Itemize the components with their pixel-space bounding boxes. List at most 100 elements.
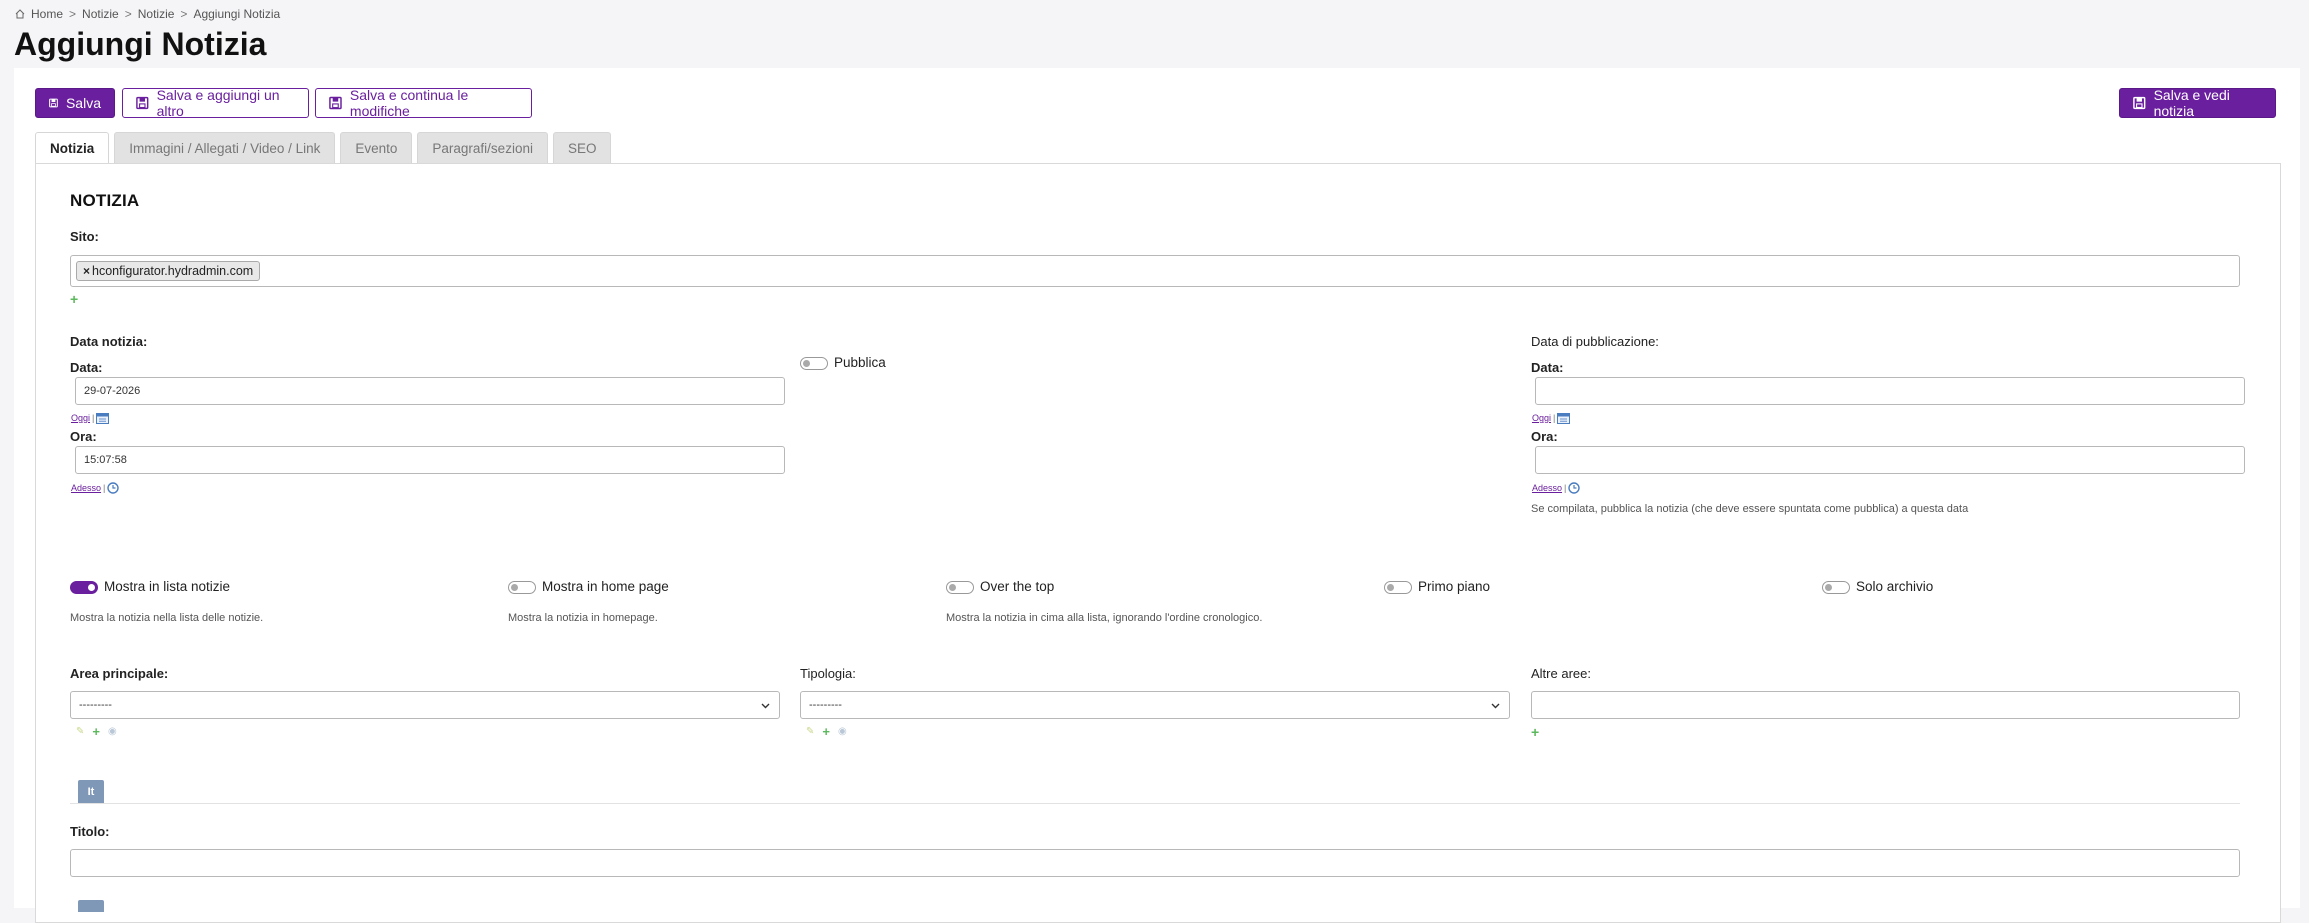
- add-altre-aree-icon[interactable]: +: [1531, 725, 1539, 739]
- calendar-icon[interactable]: [1557, 412, 1571, 424]
- over-the-top-toggle[interactable]: [946, 581, 974, 594]
- shortcut-separator: |: [1553, 413, 1556, 423]
- tipologia-label: Tipologia:: [800, 666, 856, 681]
- solo-archivio-toggle[interactable]: [1822, 581, 1850, 594]
- breadcrumb-current: Aggiungi Notizia: [193, 7, 281, 21]
- ora-shortcuts: Adesso |: [71, 482, 120, 494]
- pub-adesso-link[interactable]: Adesso: [1532, 483, 1562, 493]
- add-sito-icon[interactable]: +: [70, 292, 78, 306]
- pubblica-toggle[interactable]: [800, 357, 828, 370]
- save-and-view-button[interactable]: Salva e vedi notizia: [2119, 87, 2276, 119]
- solo-archivio-label: Solo archivio: [1856, 579, 1934, 594]
- pub-ora-shortcuts: Adesso |: [1532, 482, 1581, 494]
- ora-input[interactable]: 15:07:58: [75, 446, 785, 474]
- mostra-home-label: Mostra in home page: [542, 579, 669, 594]
- save-and-continue-button[interactable]: Salva e continua le modifiche: [315, 87, 532, 119]
- view-icon[interactable]: ◉: [108, 726, 117, 737]
- pub-data-input[interactable]: [1535, 377, 2245, 405]
- pub-data-label: Data:: [1531, 360, 1564, 375]
- pub-ora-input[interactable]: [1535, 446, 2245, 474]
- area-principale-select[interactable]: ---------: [70, 691, 780, 719]
- oggi-link[interactable]: Oggi: [71, 413, 90, 423]
- data-input[interactable]: 29-07-2026: [75, 377, 785, 405]
- breadcrumb-notizie-list[interactable]: Notizie: [138, 7, 175, 21]
- chevron-down-icon: [761, 703, 770, 708]
- pub-ora-label: Ora:: [1531, 429, 1558, 444]
- add-icon[interactable]: +: [822, 724, 830, 739]
- breadcrumb-separator: >: [69, 7, 77, 21]
- breadcrumb-separator: >: [180, 7, 188, 21]
- altre-aree-label: Altre aree:: [1531, 666, 1591, 681]
- floppy-icon: [136, 96, 149, 110]
- tab-paragrafi[interactable]: Paragrafi/sezioni: [417, 132, 548, 163]
- divider: [70, 803, 2240, 804]
- clock-icon[interactable]: [1568, 482, 1581, 494]
- page-title: Aggiungi Notizia: [14, 26, 267, 62]
- save-and-view-label: Salva e vedi notizia: [2153, 87, 2230, 119]
- save-button[interactable]: Salva: [35, 88, 115, 118]
- sito-tag[interactable]: × hconfigurator.hydradmin.com: [76, 261, 261, 281]
- breadcrumb-notizie-app[interactable]: Notizie: [82, 7, 119, 21]
- mostra-lista-help: Mostra la notizia nella lista delle noti…: [70, 612, 264, 624]
- tipologia-value: ---------: [809, 699, 842, 711]
- pub-help-text: Se compilata, pubblica la notizia (che d…: [1531, 503, 1969, 515]
- floppy-icon: [329, 96, 342, 110]
- primo-piano-label: Primo piano: [1418, 579, 1491, 594]
- section-title: NOTIZIA: [70, 191, 140, 210]
- sito-label: Sito:: [70, 229, 99, 244]
- shortcut-separator: |: [92, 413, 95, 423]
- calendar-icon[interactable]: [96, 412, 110, 424]
- titolo-input[interactable]: [70, 849, 2240, 877]
- tab-bar: Notizia Immagini / Allegati / Video / Li…: [35, 132, 612, 164]
- data-shortcuts: Oggi |: [71, 412, 110, 424]
- sito-field[interactable]: [70, 255, 2240, 287]
- over-the-top-help: Mostra la notizia in cima alla lista, ig…: [946, 612, 1263, 624]
- tipologia-actions: ✎ + ◉: [806, 724, 847, 739]
- adesso-link[interactable]: Adesso: [71, 483, 101, 493]
- over-the-top-label: Over the top: [980, 579, 1055, 594]
- altre-aree-field[interactable]: [1531, 691, 2240, 719]
- save-and-continue-label: Salva e continua le modifiche: [349, 87, 469, 119]
- titolo-label: Titolo:: [70, 824, 110, 839]
- save-and-add-button[interactable]: Salva e aggiungi un altro: [122, 87, 309, 119]
- data-notizia-label: Data notizia:: [70, 334, 148, 349]
- ora-label: Ora:: [70, 429, 97, 444]
- edit-icon[interactable]: ✎: [76, 726, 84, 737]
- chevron-down-icon: [1491, 703, 1500, 708]
- remove-tag-icon[interactable]: ×: [83, 264, 90, 278]
- tab-immagini-allegati[interactable]: Immagini / Allegati / Video / Link: [114, 132, 336, 163]
- mostra-lista-label: Mostra in lista notizie: [104, 579, 231, 594]
- breadcrumb: Home > Notizie > Notizie > Aggiungi Noti…: [15, 7, 280, 21]
- save-and-add-label: Salva e aggiungi un altro: [156, 87, 280, 119]
- save-button-label: Salva: [65, 95, 101, 111]
- data-pubblicazione-label: Data di pubblicazione:: [1531, 334, 1659, 349]
- tab-evento[interactable]: Evento: [340, 132, 413, 163]
- tipologia-select[interactable]: ---------: [800, 691, 1510, 719]
- tab-seo[interactable]: SEO: [552, 132, 612, 163]
- edit-icon[interactable]: ✎: [806, 726, 814, 737]
- floppy-icon: [2133, 96, 2146, 110]
- lang-tab-it[interactable]: It: [78, 780, 104, 803]
- tab-notizia[interactable]: Notizia: [35, 132, 110, 164]
- home-icon: [15, 9, 25, 19]
- pubblica-label: Pubblica: [834, 355, 886, 370]
- area-principale-value: ---------: [79, 699, 112, 711]
- clock-icon[interactable]: [107, 482, 120, 494]
- pub-oggi-link[interactable]: Oggi: [1532, 413, 1551, 423]
- primo-piano-toggle[interactable]: [1384, 581, 1412, 594]
- shortcut-separator: |: [103, 483, 106, 493]
- view-icon[interactable]: ◉: [838, 726, 847, 737]
- area-principale-actions: ✎ + ◉: [76, 724, 117, 739]
- breadcrumb-home[interactable]: Home: [31, 7, 63, 21]
- mostra-home-help: Mostra la notizia in homepage.: [508, 612, 658, 624]
- data-label: Data:: [70, 360, 103, 375]
- sito-tag-label: hconfigurator.hydradmin.com: [92, 264, 254, 278]
- pub-data-shortcuts: Oggi |: [1532, 412, 1571, 424]
- floppy-icon: [49, 98, 58, 108]
- area-principale-label: Area principale:: [70, 666, 169, 681]
- mostra-lista-toggle[interactable]: [70, 581, 98, 594]
- shortcut-separator: |: [1564, 483, 1567, 493]
- add-icon[interactable]: +: [92, 724, 100, 739]
- mostra-home-toggle[interactable]: [508, 581, 536, 594]
- lang-tab-next[interactable]: [78, 900, 104, 912]
